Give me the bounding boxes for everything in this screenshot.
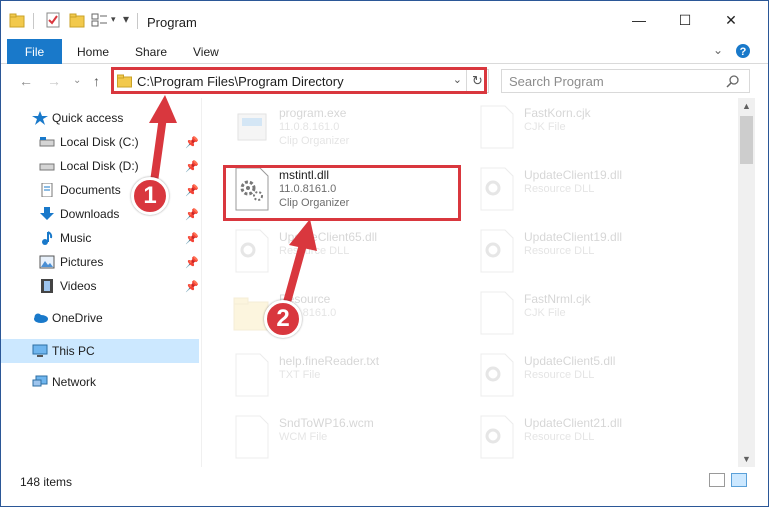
step-1-badge: 1 [131, 177, 169, 215]
step-2-badge: 2 [264, 300, 302, 338]
arrow-1 [149, 95, 177, 193]
arrow-2 [280, 219, 317, 317]
annotation-arrows [149, 95, 317, 317]
explorer-window: ▾ ▾ Program — ☐ ✕ File Home Share View ⌄… [0, 0, 769, 507]
